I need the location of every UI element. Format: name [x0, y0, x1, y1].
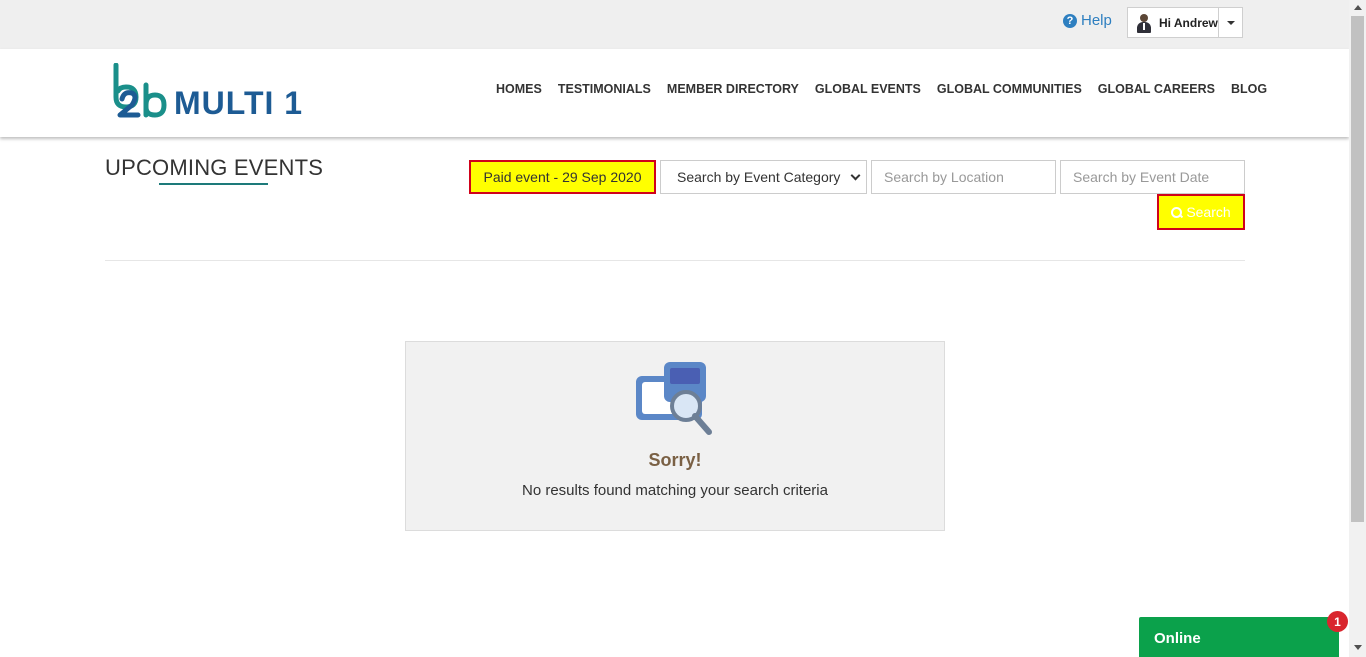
nav-member-directory[interactable]: MEMBER DIRECTORY: [667, 82, 799, 96]
event-category-select-value: Search by Event Category: [677, 169, 841, 185]
empty-results-panel: Sorry! No results found matching your se…: [405, 341, 945, 531]
empty-state-heading: Sorry!: [648, 450, 702, 470]
search-button[interactable]: Search: [1157, 194, 1245, 230]
event-date-search-input[interactable]: [1060, 160, 1245, 194]
empty-state-message: No results found matching your search cr…: [522, 482, 828, 499]
site-logo[interactable]: MULTI 1: [112, 62, 312, 121]
help-label: Help: [1081, 12, 1112, 29]
top-utility-bar: ? Help Hi Andrew: [0, 0, 1349, 49]
search-icon: [1171, 206, 1183, 218]
main-nav: HOMES TESTIMONIALS MEMBER DIRECTORY GLOB…: [496, 82, 1283, 96]
selected-event-filter[interactable]: Paid event - 29 Sep 2020: [469, 160, 656, 194]
folder-search-icon: [636, 362, 712, 435]
title-underline: [159, 183, 268, 185]
nav-homes[interactable]: HOMES: [496, 82, 542, 96]
nav-global-careers[interactable]: GLOBAL CAREERS: [1098, 82, 1215, 96]
logo-text: MULTI 1: [174, 85, 304, 121]
nav-testimonials[interactable]: TESTIMONIALS: [558, 82, 651, 96]
chevron-down-icon: [850, 170, 861, 181]
chat-notification-badge: 1: [1327, 611, 1348, 632]
page-scrollbar[interactable]: [1349, 0, 1366, 657]
scroll-down-arrow-icon[interactable]: [1354, 645, 1362, 650]
nav-global-events[interactable]: GLOBAL EVENTS: [815, 82, 921, 96]
question-circle-icon: ?: [1063, 13, 1077, 28]
page-title: UPCOMING EVENTS: [105, 155, 324, 180]
site-header: MULTI 1 HOMES TESTIMONIALS MEMBER DIRECT…: [0, 49, 1349, 137]
b2b-logo-icon: [113, 62, 167, 118]
avatar: [1135, 13, 1153, 33]
nav-global-communities[interactable]: GLOBAL COMMUNITIES: [937, 82, 1082, 96]
user-menu-dropdown-caret-icon[interactable]: [1218, 8, 1242, 37]
scroll-up-arrow-icon[interactable]: [1354, 5, 1362, 10]
section-divider: [105, 260, 1245, 261]
location-search-input[interactable]: [871, 160, 1056, 194]
user-menu[interactable]: Hi Andrew: [1127, 7, 1243, 38]
online-chat-widget[interactable]: Online: [1139, 617, 1339, 657]
event-category-select[interactable]: Search by Event Category: [660, 160, 867, 194]
help-link[interactable]: ? Help: [1063, 12, 1112, 29]
nav-blog[interactable]: BLOG: [1231, 82, 1267, 96]
search-button-label: Search: [1186, 204, 1231, 220]
scrollbar-thumb[interactable]: [1351, 16, 1364, 522]
